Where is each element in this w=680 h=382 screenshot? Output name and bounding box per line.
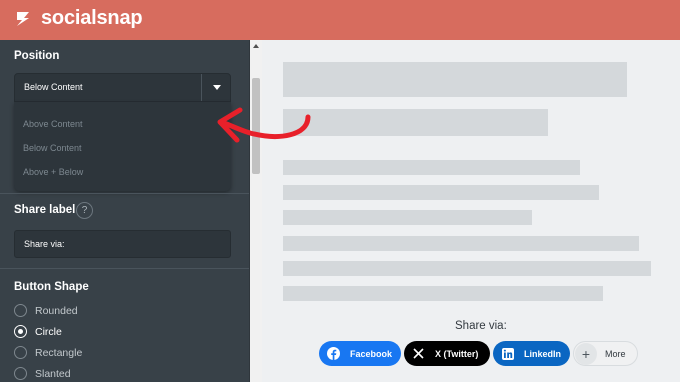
placeholder-line (283, 236, 639, 251)
position-select-toggle[interactable] (201, 74, 230, 101)
button-shape-label: Button Shape (14, 281, 89, 293)
linkedin-icon (501, 347, 514, 360)
position-label: Position (14, 50, 60, 62)
placeholder-line (283, 286, 603, 301)
button-label: X (Twitter) (435, 348, 479, 359)
help-icon[interactable]: ? (76, 202, 93, 219)
button-label: Facebook (350, 348, 393, 359)
radio-button[interactable] (14, 346, 27, 359)
annotation-arrow-icon (217, 107, 311, 143)
radio-label: Slanted (35, 367, 71, 380)
radio-dot (17, 328, 23, 334)
radio-button[interactable] (14, 367, 27, 380)
share-label-input[interactable]: Share via: (14, 230, 231, 258)
scroll-up-arrow-icon[interactable] (253, 44, 259, 48)
position-dropdown-menu: Above Content Below Content Above + Belo… (14, 102, 231, 191)
sidebar-divider (0, 193, 249, 194)
radio-button-checked[interactable] (14, 325, 27, 338)
radio-option-rounded[interactable]: Rounded (14, 304, 78, 317)
linkedin-share-button[interactable]: LinkedIn (493, 341, 570, 366)
placeholder-line (283, 261, 651, 276)
position-select-value: Below Content (24, 82, 83, 92)
plus-icon: + (575, 342, 597, 365)
app-header: socialsnap (0, 0, 680, 40)
radio-label: Rectangle (35, 346, 83, 359)
placeholder-subtitle (283, 109, 548, 136)
more-share-button[interactable]: + More (573, 341, 638, 366)
dropdown-option-above-content[interactable]: Above Content (23, 119, 83, 129)
sidebar-scrollbar[interactable] (250, 40, 262, 382)
share-label-input-value: Share via: (24, 239, 65, 249)
socialsnap-logo-icon (13, 9, 33, 29)
position-select[interactable]: Below Content (14, 73, 231, 102)
radio-option-rectangle[interactable]: Rectangle (14, 346, 82, 359)
x-twitter-share-button[interactable]: X (Twitter) (404, 341, 490, 366)
radio-option-circle[interactable]: Circle (14, 325, 62, 338)
placeholder-line (283, 185, 599, 200)
radio-label: Rounded (35, 304, 78, 317)
button-label: More (605, 348, 626, 359)
share-label-heading: Share label (14, 204, 76, 216)
dropdown-option-above-below[interactable]: Above + Below (23, 167, 83, 177)
caret-down-icon (213, 85, 221, 90)
button-label: LinkedIn (524, 348, 562, 359)
facebook-share-button[interactable]: Facebook (319, 341, 401, 366)
x-icon (412, 347, 425, 360)
radio-label: Circle (35, 325, 62, 338)
placeholder-title (283, 62, 627, 97)
placeholder-line (283, 210, 532, 225)
logo-text: socialsnap (41, 7, 143, 29)
placeholder-line (283, 160, 580, 175)
logo[interactable]: socialsnap (13, 7, 143, 30)
facebook-icon (327, 347, 340, 360)
radio-button[interactable] (14, 304, 27, 317)
share-via-label: Share via: (455, 320, 507, 332)
radio-option-slanted[interactable]: Slanted (14, 367, 71, 380)
dropdown-option-below-content[interactable]: Below Content (23, 143, 82, 153)
sidebar-divider (0, 268, 249, 269)
